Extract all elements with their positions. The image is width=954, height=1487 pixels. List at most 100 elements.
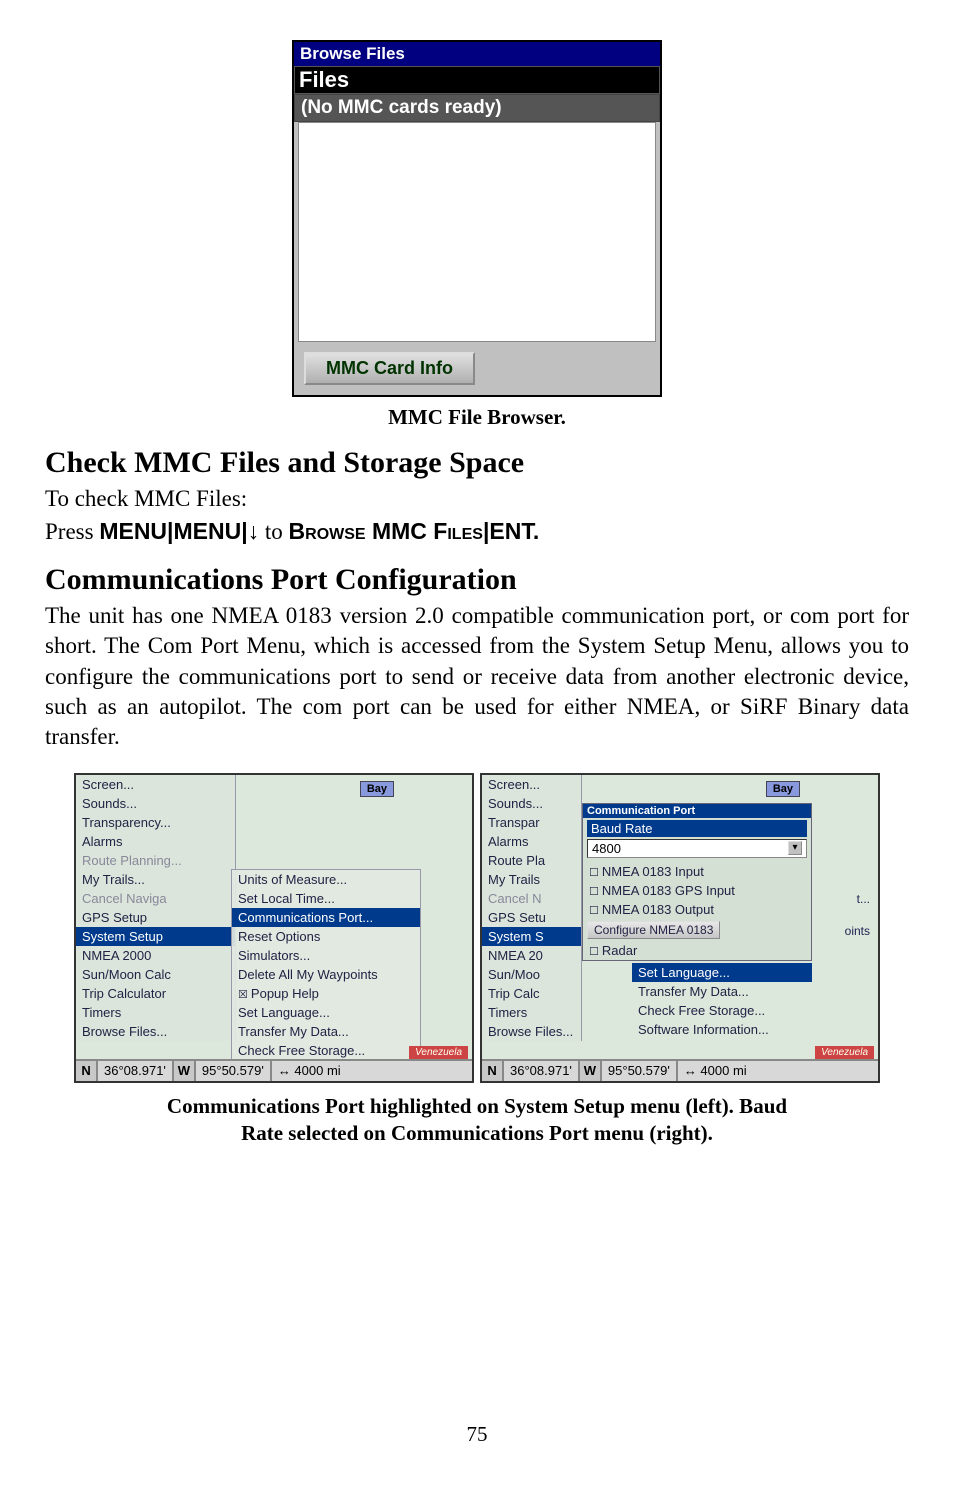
- sub-delete-waypoints[interactable]: Delete All My Waypoints: [232, 965, 420, 984]
- nmea-gps-input-checkbox[interactable]: NMEA 0183 GPS Input: [583, 881, 811, 900]
- menu-system-setup[interactable]: System S: [482, 927, 581, 946]
- lat-dir: N: [482, 1061, 504, 1081]
- menu-route-planning[interactable]: Route Pla: [482, 851, 581, 870]
- lat-value: 36°08.971': [504, 1061, 580, 1081]
- menu-route-planning[interactable]: Route Planning...: [76, 851, 235, 870]
- menu-my-trails[interactable]: My Trails...: [76, 870, 235, 889]
- ent-key: ENT.: [489, 518, 539, 544]
- sub-popup-help[interactable]: Popup Help: [232, 984, 420, 1003]
- radar-checkbox[interactable]: Radar: [583, 941, 811, 960]
- sub-units[interactable]: Units of Measure...: [232, 870, 420, 889]
- sub-set-language[interactable]: Set Language...: [632, 963, 812, 982]
- mmc-title-bar: Browse Files: [294, 42, 660, 66]
- sub-transfer-data[interactable]: Transfer My Data...: [632, 982, 812, 1001]
- lat-dir: N: [76, 1061, 98, 1081]
- menu-screen[interactable]: Screen...: [76, 775, 235, 794]
- sub-software-info[interactable]: Software Information...: [632, 1020, 812, 1039]
- lon-value: 95°50.579': [196, 1061, 272, 1081]
- menu-key-1: MENU: [99, 518, 167, 544]
- sub-set-language[interactable]: Set Language...: [232, 1003, 420, 1022]
- menu-key-2: MENU: [173, 518, 241, 544]
- menu-transparency[interactable]: Transpar: [482, 813, 581, 832]
- menu-gps-setup[interactable]: GPS Setup: [76, 908, 235, 927]
- bay-label: Bay: [766, 781, 800, 797]
- ghost-text-t: t...: [853, 891, 874, 907]
- sub-local-time[interactable]: Set Local Time...: [232, 889, 420, 908]
- menu-sun-moon[interactable]: Sun/Moo: [482, 965, 581, 984]
- lon-value: 95°50.579': [602, 1061, 678, 1081]
- screenshots-caption-line1: Communications Port highlighted on Syste…: [65, 1093, 889, 1120]
- check-mmc-steps: Press MENU|MENU|↓ to Browse MMC Files|EN…: [45, 518, 909, 545]
- menu-sounds[interactable]: Sounds...: [482, 794, 581, 813]
- sub-comm-port[interactable]: Communications Port...: [232, 908, 420, 927]
- sub-reset[interactable]: Reset Options: [232, 927, 420, 946]
- menu-nmea-2000[interactable]: NMEA 2000: [76, 946, 235, 965]
- comm-port-body: The unit has one NMEA 0183 version 2.0 c…: [45, 601, 909, 753]
- zoom-value: ↔ 4000 mi: [272, 1061, 347, 1081]
- baud-rate-label: Baud Rate: [587, 820, 807, 837]
- mmc-file-list: [298, 122, 656, 342]
- configure-nmea-button[interactable]: Configure NMEA 0183: [587, 921, 720, 939]
- comm-panel-title: Communication Port: [583, 804, 811, 818]
- lat-value: 36°08.971': [98, 1061, 174, 1081]
- press-text: Press: [45, 519, 99, 544]
- venezuela-label: Venezuela: [815, 1046, 874, 1059]
- check-mmc-intro: To check MMC Files:: [45, 484, 909, 514]
- main-menu-column-trunc: Screen... Sounds... Transpar Alarms Rout…: [482, 775, 582, 1041]
- status-bar: N 36°08.971' W 95°50.579' ↔ 4000 mi: [76, 1059, 472, 1081]
- menu-alarms[interactable]: Alarms: [482, 832, 581, 851]
- menu-timers[interactable]: Timers: [76, 1003, 235, 1022]
- ghost-text-oints: oints: [841, 923, 874, 939]
- menu-cancel-nav: Cancel Naviga: [76, 889, 235, 908]
- baud-rate-value: 4800: [592, 841, 621, 856]
- zoom-value: ↔ 4000 mi: [678, 1061, 753, 1081]
- mmc-files-header: Files: [294, 66, 660, 94]
- communication-port-panel: Communication Port Baud Rate 4800 ▾ NMEA…: [582, 803, 812, 961]
- sub-simulators[interactable]: Simulators...: [232, 946, 420, 965]
- menu-nmea-2000[interactable]: NMEA 20: [482, 946, 581, 965]
- menu-gps-setup[interactable]: GPS Setu: [482, 908, 581, 927]
- dropdown-arrow-icon[interactable]: ▾: [788, 841, 802, 855]
- mmc-caption: MMC File Browser.: [45, 405, 909, 430]
- page-number: 75: [0, 1422, 954, 1447]
- venezuela-label: Venezuela: [409, 1046, 468, 1059]
- down-arrow-icon: ↓: [248, 518, 260, 544]
- menu-screenshots-row: Bay Screen... Sounds... Transparency... …: [45, 773, 909, 1083]
- menu-timers[interactable]: Timers: [482, 1003, 581, 1022]
- menu-cancel-nav: Cancel N: [482, 889, 581, 908]
- comm-port-menu-shot: Bay Screen... Sounds... Transpar Alarms …: [480, 773, 880, 1083]
- mmc-browser-window: Browse Files Files (No MMC cards ready) …: [292, 40, 662, 397]
- nmea-input-checkbox[interactable]: NMEA 0183 Input: [583, 862, 811, 881]
- sub-transfer-data[interactable]: Transfer My Data...: [232, 1022, 420, 1041]
- lower-submenu: Set Language... Transfer My Data... Chec…: [632, 963, 812, 1039]
- menu-sounds[interactable]: Sounds...: [76, 794, 235, 813]
- menu-transparency[interactable]: Transparency...: [76, 813, 235, 832]
- screenshots-caption-line2: Rate selected on Communications Port men…: [65, 1120, 889, 1147]
- sub-check-storage[interactable]: Check Free Storage...: [632, 1001, 812, 1020]
- menu-browse-files[interactable]: Browse Files...: [482, 1022, 581, 1041]
- status-bar: N 36°08.971' W 95°50.579' ↔ 4000 mi: [482, 1059, 878, 1081]
- mmc-card-info-button[interactable]: MMC Card Info: [304, 352, 475, 385]
- nmea-output-checkbox[interactable]: NMEA 0183 Output: [583, 900, 811, 919]
- menu-my-trails[interactable]: My Trails: [482, 870, 581, 889]
- system-setup-menu-shot: Bay Screen... Sounds... Transparency... …: [74, 773, 474, 1083]
- sub-check-storage[interactable]: Check Free Storage...: [232, 1041, 420, 1060]
- menu-trip-calc[interactable]: Trip Calculator: [76, 984, 235, 1003]
- menu-system-setup[interactable]: System Setup: [76, 927, 235, 946]
- lon-dir: W: [580, 1061, 602, 1081]
- menu-sun-moon[interactable]: Sun/Moon Calc: [76, 965, 235, 984]
- main-menu-column: Screen... Sounds... Transparency... Alar…: [76, 775, 236, 1041]
- comm-port-heading: Communications Port Configuration: [45, 563, 909, 597]
- menu-alarms[interactable]: Alarms: [76, 832, 235, 851]
- mmc-status-row: (No MMC cards ready): [294, 94, 660, 122]
- system-setup-submenu: Units of Measure... Set Local Time... Co…: [231, 869, 421, 1080]
- check-mmc-heading: Check MMC Files and Storage Space: [45, 446, 909, 480]
- browse-mmc-label: Browse MMC Files: [289, 518, 483, 544]
- baud-rate-select[interactable]: 4800 ▾: [587, 839, 807, 858]
- menu-browse-files[interactable]: Browse Files...: [76, 1022, 235, 1041]
- menu-screen[interactable]: Screen...: [482, 775, 581, 794]
- to-text: to: [259, 519, 288, 544]
- lon-dir: W: [174, 1061, 196, 1081]
- menu-trip-calc[interactable]: Trip Calc: [482, 984, 581, 1003]
- bay-label: Bay: [360, 781, 394, 797]
